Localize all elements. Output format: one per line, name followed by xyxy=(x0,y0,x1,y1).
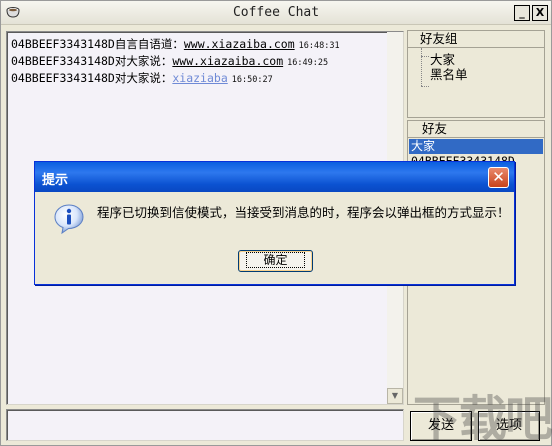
message-time: 16:49:25 xyxy=(287,58,329,68)
friend-group-panel: 好友组 大家 黑名单 xyxy=(407,30,545,118)
info-dialog: 提示 ✕ 程序已切换到信使模式，当接受到消息的时，程序会以弹出框的方式显示！ 确… xyxy=(34,161,515,285)
title-bar[interactable]: Coffee Chat _ X xyxy=(1,1,551,25)
message-input[interactable] xyxy=(6,409,404,441)
dialog-body: 程序已切换到信使模式，当接受到消息的时，程序会以弹出框的方式显示！ 确定 xyxy=(38,192,511,282)
minimize-button[interactable]: _ xyxy=(514,5,530,21)
ok-button-label: 确定 xyxy=(246,252,305,268)
dialog-title-bar[interactable]: 提示 ✕ xyxy=(35,162,514,192)
chat-message: 04BBEEF3343148D对大家说：xiaziaba 16:50:27 xyxy=(11,70,273,86)
dialog-title: 提示 xyxy=(42,173,69,188)
dialog-message: 程序已切换到信使模式，当接受到消息的时，程序会以弹出框的方式显示！ xyxy=(97,205,510,220)
message-time: 16:48:31 xyxy=(298,41,340,51)
group-item-blacklist[interactable]: 黑名单 xyxy=(430,64,468,83)
tree-connector xyxy=(421,86,429,87)
message-sender-text: 04BBEEF3343148D自言自语道： xyxy=(11,37,184,51)
scroll-down-arrow-icon[interactable]: ▼ xyxy=(387,388,403,404)
ok-button[interactable]: 确定 xyxy=(238,250,313,272)
message-link[interactable]: xiaziaba xyxy=(172,71,227,85)
close-button[interactable]: X xyxy=(532,5,548,21)
friend-group-tree: 大家 黑名单 xyxy=(408,48,544,117)
message-sender-text: 04BBEEF3343148D对大家说： xyxy=(11,71,173,85)
tree-connector xyxy=(421,56,429,57)
message-link[interactable]: www.xiazaiba.com xyxy=(172,54,283,68)
message-time: 16:50:27 xyxy=(231,75,273,85)
info-icon xyxy=(54,204,84,235)
tree-connector xyxy=(421,48,422,86)
message-link[interactable]: www.xiazaiba.com xyxy=(184,37,295,51)
friend-item-everyone[interactable]: 大家 xyxy=(409,139,543,154)
watermark-logo: 下载吧 xyxy=(413,391,552,446)
message-sender-text: 04BBEEF3343148D对大家说： xyxy=(11,54,173,68)
window-title: Coffee Chat xyxy=(232,5,320,20)
chat-message: 04BBEEF3343148D对大家说：www.xiazaiba.com 16:4… xyxy=(11,53,328,69)
dialog-close-button[interactable]: ✕ xyxy=(488,167,509,188)
friend-group-header: 好友组 xyxy=(408,31,544,48)
friend-list-header: 好友 xyxy=(408,121,544,138)
chat-message: 04BBEEF3343148D自言自语道：www.xiazaiba.com 16:… xyxy=(11,36,340,52)
